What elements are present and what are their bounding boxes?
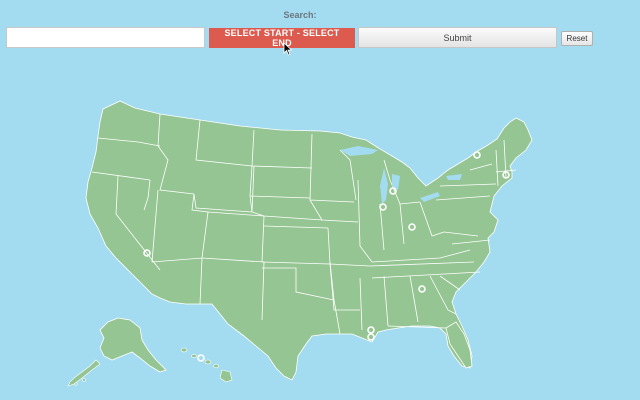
city-marker[interactable]	[197, 354, 205, 362]
hawaii-islands[interactable]	[180, 347, 233, 383]
mouse-cursor-icon	[283, 42, 293, 56]
us-map[interactable]	[0, 0, 640, 400]
alaska-islands	[67, 359, 101, 387]
alaska-landmass[interactable]	[99, 317, 167, 373]
